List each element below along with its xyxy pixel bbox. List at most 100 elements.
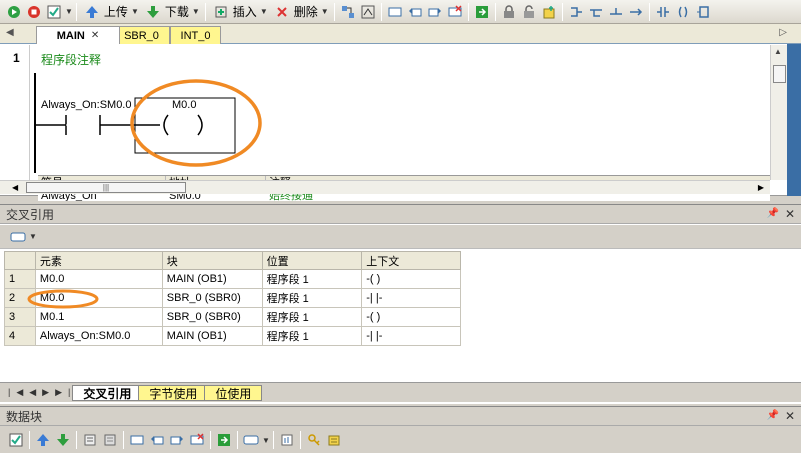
- goto-icon[interactable]: [216, 432, 232, 448]
- pin-icon[interactable]: 📌: [767, 410, 779, 421]
- chevron-right-icon[interactable]: ▷: [779, 27, 787, 38]
- network-icon[interactable]: [340, 4, 356, 20]
- box-instruction-icon[interactable]: [695, 4, 711, 20]
- branch-icon[interactable]: [568, 4, 584, 20]
- tab-bit-usage[interactable]: 位使用: [204, 384, 263, 401]
- symbol-icon[interactable]: [279, 432, 295, 448]
- insert-icon: [213, 4, 229, 20]
- clear-icon[interactable]: [447, 4, 463, 20]
- tab-byte-usage[interactable]: 字节使用: [138, 384, 209, 401]
- context-cell: -( ): [361, 269, 461, 289]
- location-cell: 程序段 1: [261, 326, 363, 346]
- element-header[interactable]: 元素: [34, 251, 163, 270]
- pin-icon[interactable]: 📌: [767, 208, 779, 219]
- contact-icon[interactable]: [655, 4, 671, 20]
- chevron-down-icon: ▼: [191, 7, 200, 16]
- download-label: 下载: [164, 5, 189, 19]
- tab-cross-reference[interactable]: 交叉引用: [72, 384, 143, 401]
- compile-icon[interactable]: [8, 432, 24, 448]
- line-right-icon[interactable]: [628, 4, 644, 20]
- chevron-down-icon[interactable]: ▼: [65, 7, 73, 16]
- insert-row-icon[interactable]: [82, 432, 98, 448]
- compile-icon[interactable]: [46, 4, 62, 20]
- data-block-panel: 数据块 📌 ✕ ▼: [0, 406, 801, 453]
- delete-row-icon[interactable]: [102, 432, 118, 448]
- chevron-left-icon[interactable]: ◀: [6, 27, 14, 38]
- upload-button[interactable]: 上传 ▼: [82, 3, 139, 20]
- sheet-navigation-icon[interactable]: |◀◀▶▶|: [0, 387, 76, 398]
- context-header[interactable]: 上下文: [361, 251, 461, 270]
- tab-main[interactable]: MAIN ✕: [36, 26, 120, 44]
- ladder-network[interactable]: 1 程序段注释 Always_On:SM0.0 M0.0 符号: [0, 45, 770, 201]
- close-icon[interactable]: ✕: [91, 30, 99, 41]
- row-number-header: [4, 251, 36, 270]
- location-cell: 程序段 1: [261, 307, 363, 327]
- coil-symbol[interactable]: [135, 114, 203, 136]
- properties-icon[interactable]: [326, 432, 342, 448]
- scroll-right-icon[interactable]: ▶: [758, 183, 764, 192]
- undo-icon[interactable]: [407, 4, 423, 20]
- program-editor: ◀ MAIN ✕ SBR_0 INT_0 ▷ 1 程序段注释 Always_On…: [0, 24, 801, 201]
- clear-icon[interactable]: [189, 432, 205, 448]
- horizontal-scrollbar[interactable]: ◀ ||| ▶: [0, 180, 770, 194]
- arrow-up-icon[interactable]: [35, 432, 51, 448]
- scroll-left-icon[interactable]: ◀: [12, 183, 18, 192]
- block-cell: MAIN (OB1): [161, 326, 263, 346]
- toolbar-separator: [648, 2, 650, 21]
- arrow-up-icon: [84, 4, 100, 20]
- chevron-down-icon[interactable]: ▼: [29, 232, 37, 241]
- redo-icon[interactable]: [427, 4, 443, 20]
- branch-down-icon[interactable]: [588, 4, 604, 20]
- undo-icon[interactable]: [149, 432, 165, 448]
- scroll-thumb[interactable]: |||: [26, 182, 186, 193]
- coil-icon[interactable]: [675, 4, 691, 20]
- vertical-scrollbar[interactable]: ▲: [770, 45, 787, 180]
- editor-tab-bar: ◀ MAIN ✕ SBR_0 INT_0 ▷: [0, 24, 801, 44]
- tab-sbr-0[interactable]: SBR_0: [113, 26, 170, 44]
- main-toolbar: ▼ 上传 ▼ 下载 ▼ 插入 ▼ 删除 ▼: [0, 0, 801, 24]
- network-icon[interactable]: [360, 4, 376, 20]
- table-row[interactable]: 4 Always_On:SM0.0 MAIN (OB1) 程序段 1 -| |-: [4, 326, 461, 346]
- redo-icon[interactable]: [169, 432, 185, 448]
- element-cell: Always_On:SM0.0: [34, 326, 163, 346]
- box-icon[interactable]: [129, 432, 145, 448]
- close-icon[interactable]: ✕: [785, 207, 795, 221]
- stop-icon[interactable]: [26, 4, 42, 20]
- lock-icon[interactable]: [501, 4, 517, 20]
- toolbar-separator: [76, 431, 77, 449]
- close-icon[interactable]: ✕: [785, 409, 795, 423]
- panel-title: 交叉引用: [6, 207, 55, 222]
- scroll-up-icon[interactable]: ▲: [774, 47, 782, 56]
- toolbar-separator: [380, 2, 382, 21]
- block-cell: SBR_0 (SBR0): [161, 307, 263, 327]
- block-header[interactable]: 块: [161, 251, 263, 270]
- toolbar-separator: [299, 431, 301, 449]
- chevron-down-icon[interactable]: ▼: [262, 436, 270, 445]
- branch-up-icon[interactable]: [608, 4, 624, 20]
- table-row[interactable]: 1 M0.0 MAIN (OB1) 程序段 1 -( ): [4, 269, 461, 289]
- insert-button[interactable]: 插入 ▼: [211, 3, 268, 20]
- element-cell: M0.0: [34, 269, 163, 289]
- ladder-rung-drawing: [36, 79, 262, 167]
- download-button[interactable]: 下载 ▼: [143, 3, 200, 20]
- contact-symbol[interactable]: [36, 115, 135, 135]
- filter-icon[interactable]: [243, 432, 259, 448]
- location-header[interactable]: 位置: [261, 251, 363, 270]
- bookmark-icon[interactable]: [541, 4, 557, 20]
- key-icon[interactable]: [306, 432, 322, 448]
- upload-label: 上传: [103, 5, 128, 19]
- goto-icon[interactable]: [474, 4, 490, 20]
- chevron-down-icon: ▼: [130, 7, 139, 16]
- run-icon[interactable]: [6, 4, 22, 20]
- box-icon[interactable]: [387, 4, 403, 20]
- lock-icon[interactable]: [521, 4, 537, 20]
- highlight-ellipse: [27, 289, 99, 309]
- arrow-down-icon[interactable]: [55, 432, 71, 448]
- delete-button[interactable]: 删除 ▼: [272, 3, 329, 20]
- filter-icon[interactable]: [10, 229, 26, 245]
- toolbar-separator: [237, 431, 238, 449]
- scroll-thumb[interactable]: [773, 65, 786, 83]
- context-cell: -( ): [361, 307, 461, 327]
- tab-int-0[interactable]: INT_0: [170, 26, 221, 44]
- network-number: 1: [13, 51, 20, 65]
